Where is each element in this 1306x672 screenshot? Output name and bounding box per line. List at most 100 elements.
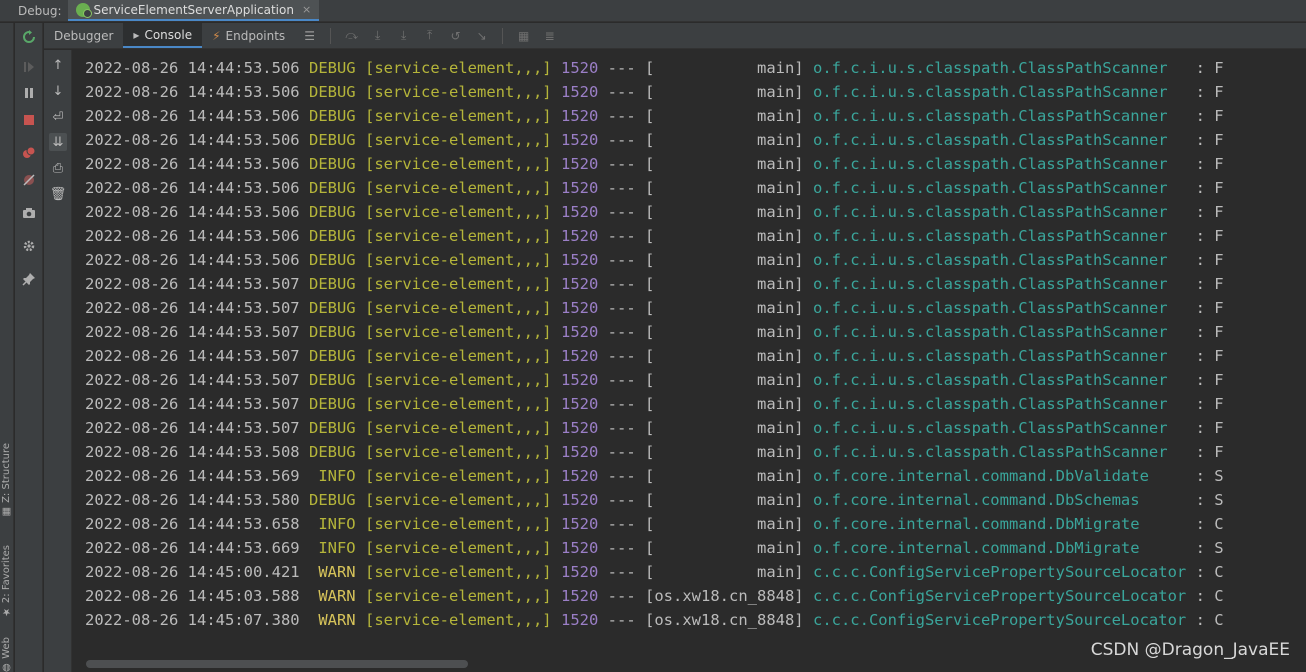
step-out-icon[interactable]: ⤒ (421, 27, 438, 44)
log-service: [service-element,,,] (365, 323, 552, 341)
log-pid: 1520 (560, 395, 599, 413)
log-separator: --- (607, 83, 636, 101)
log-message: S (1214, 467, 1224, 485)
scroll-to-end-icon[interactable]: ⇊ (49, 133, 67, 151)
show-execution-point-icon[interactable]: ⤼ (343, 27, 360, 44)
step-over-icon[interactable]: ⤓ (369, 27, 386, 44)
log-colon: : (1195, 275, 1205, 293)
log-level: DEBUG (308, 299, 356, 317)
toolbar-divider (502, 27, 504, 44)
log-thread: [ main] (645, 491, 804, 509)
log-timestamp: 2022-08-26 14:44:53.506 (85, 251, 300, 269)
log-level: DEBUG (308, 83, 356, 101)
log-thread: [ main] (645, 443, 804, 461)
log-separator: --- (607, 107, 636, 125)
log-service: [service-element,,,] (365, 155, 552, 173)
log-timestamp: 2022-08-26 14:44:53.580 (85, 491, 300, 509)
log-thread: [ main] (645, 539, 804, 557)
log-timestamp: 2022-08-26 14:44:53.506 (85, 131, 300, 149)
log-level: DEBUG (308, 155, 356, 173)
log-timestamp: 2022-08-26 14:45:07.380 (85, 611, 300, 629)
favorites-tool-tab[interactable]: ★ 2: Favorites (1, 545, 12, 617)
log-timestamp: 2022-08-26 14:44:53.658 (85, 515, 300, 533)
favorites-star-icon: ★ (1, 606, 12, 618)
console-line: 2022-08-26 14:44:53.506 DEBUG [service-e… (85, 128, 1224, 152)
settings-gear-icon[interactable] (20, 237, 38, 255)
log-thread: [os.xw18.cn_8848] (645, 587, 804, 605)
log-service: [service-element,,,] (365, 347, 552, 365)
scroll-up-icon[interactable]: ↑ (49, 56, 67, 74)
log-thread: [ main] (645, 155, 804, 173)
step-into-icon[interactable]: ⤓ (395, 27, 412, 44)
debug-topbar: Debug: ServiceElementServerApplication × (0, 0, 1306, 22)
log-pid: 1520 (560, 491, 599, 509)
tab-debugger[interactable]: Debugger (44, 23, 123, 48)
evaluate-expression-icon[interactable]: ▦ (515, 27, 532, 44)
clear-all-trash-icon[interactable]: 🗑 (49, 185, 67, 203)
log-message: F (1214, 107, 1224, 125)
console-line: 2022-08-26 14:44:53.506 DEBUG [service-e… (85, 176, 1224, 200)
stop-icon[interactable] (20, 111, 38, 129)
log-level: DEBUG (308, 347, 356, 365)
tab-endpoints[interactable]: ⚡ Endpoints (202, 23, 295, 48)
log-service: [service-element,,,] (365, 419, 552, 437)
log-logger: o.f.c.i.u.s.classpath.ClassPathScanner (812, 371, 1187, 389)
console-output[interactable]: 2022-08-26 14:44:53.506 DEBUG [service-e… (73, 50, 1306, 654)
log-message: F (1214, 131, 1224, 149)
log-logger: o.f.c.i.u.s.classpath.ClassPathScanner (812, 323, 1187, 341)
log-separator: --- (607, 419, 636, 437)
log-pid: 1520 (560, 155, 599, 173)
run-config-tab[interactable]: ServiceElementServerApplication × (67, 0, 320, 21)
log-pid: 1520 (560, 131, 599, 149)
log-logger: o.f.core.internal.command.DbSchemas (812, 491, 1187, 509)
pin-icon[interactable] (20, 270, 38, 288)
trace-icon[interactable]: ≣ (541, 27, 558, 44)
log-message: F (1214, 395, 1224, 413)
web-tool-tab[interactable]: ◍ Web (1, 637, 12, 672)
run-to-cursor-icon[interactable]: ↘ (473, 27, 490, 44)
log-message: C (1214, 563, 1224, 581)
log-service: [service-element,,,] (365, 443, 552, 461)
camera-icon[interactable] (20, 204, 38, 222)
console-line: 2022-08-26 14:44:53.506 DEBUG [service-e… (85, 224, 1224, 248)
structure-tool-tab[interactable]: ▦ Z: Structure (1, 443, 12, 517)
log-logger: o.f.c.i.u.s.classpath.ClassPathScanner (812, 251, 1187, 269)
structure-icon: ▦ (1, 505, 12, 517)
log-message: F (1214, 179, 1224, 197)
log-timestamp: 2022-08-26 14:44:53.506 (85, 227, 300, 245)
log-timestamp: 2022-08-26 14:44:53.507 (85, 275, 300, 293)
log-colon: : (1195, 179, 1205, 197)
horizontal-scrollbar[interactable] (86, 660, 468, 668)
log-colon: : (1195, 563, 1205, 581)
resume-icon[interactable] (20, 58, 38, 76)
log-logger: o.f.c.i.u.s.classpath.ClassPathScanner (812, 83, 1187, 101)
soft-wrap-icon[interactable]: ⏎ (49, 108, 67, 126)
log-pid: 1520 (560, 563, 599, 581)
tab-debugger-label: Debugger (54, 28, 114, 43)
log-colon: : (1195, 131, 1205, 149)
scroll-down-icon[interactable]: ↓ (49, 82, 67, 100)
log-service: [service-element,,,] (365, 563, 552, 581)
menu-icon[interactable]: ☰ (301, 27, 318, 44)
log-timestamp: 2022-08-26 14:44:53.507 (85, 371, 300, 389)
view-breakpoints-icon[interactable] (20, 144, 38, 162)
pause-icon[interactable] (20, 84, 38, 102)
log-thread: [ main] (645, 179, 804, 197)
console-line: 2022-08-26 14:44:53.506 DEBUG [service-e… (85, 56, 1224, 80)
log-pid: 1520 (560, 323, 599, 341)
log-service: [service-element,,,] (365, 203, 552, 221)
print-icon[interactable]: ⎙ (49, 159, 67, 177)
log-logger: o.f.c.i.u.s.classpath.ClassPathScanner (812, 299, 1187, 317)
log-thread: [ main] (645, 467, 804, 485)
log-message: C (1214, 611, 1224, 629)
tab-console[interactable]: ▸ Console (123, 23, 203, 48)
log-colon: : (1195, 59, 1205, 77)
mute-breakpoints-icon[interactable] (20, 171, 38, 189)
log-timestamp: 2022-08-26 14:44:53.507 (85, 299, 300, 317)
debug-label: Debug: (18, 4, 62, 18)
log-separator: --- (607, 587, 636, 605)
rerun-icon[interactable] (20, 28, 38, 46)
drop-frame-icon[interactable]: ↺ (447, 27, 464, 44)
close-tab-icon[interactable]: × (302, 3, 311, 16)
log-level: DEBUG (308, 179, 356, 197)
